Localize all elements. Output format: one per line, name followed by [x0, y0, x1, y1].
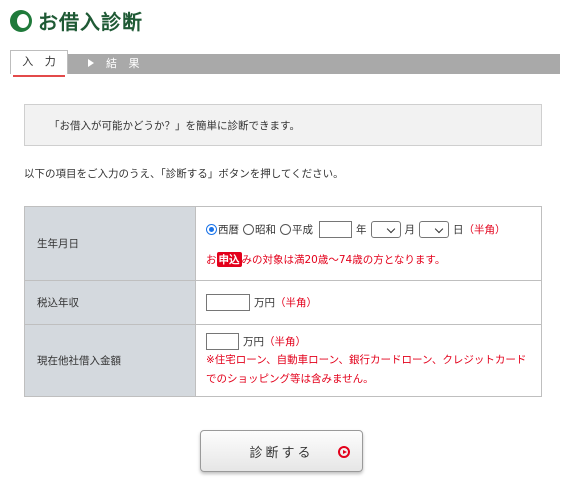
era-radio-showa[interactable] [243, 223, 254, 235]
birthdate-label: 生年月日 [24, 206, 196, 281]
diagnose-submit-button[interactable]: 診断する [200, 430, 363, 472]
era-label-showa: 昭和 [255, 223, 276, 236]
info-message-box: 「お借入が可能かどうか？」を簡単に診断できます。 [24, 104, 542, 146]
arrow-circle-icon [338, 446, 350, 458]
month-unit: 月 [404, 223, 416, 236]
year-unit: 年 [356, 223, 367, 236]
income-unit: 万円 [254, 297, 275, 309]
income-cell: 万円 （半角） [195, 280, 542, 325]
page-title: お借入診断 [38, 10, 143, 34]
age-note-text: みの対象は満20歳〜74歳の方となります。 [241, 253, 446, 266]
other-debt-hankaku-note: （半角） [264, 336, 306, 348]
birth-year-input[interactable] [319, 220, 352, 238]
other-debt-warning-line2: でのショッピング等は含みません。 [206, 373, 374, 385]
income-input[interactable] [206, 294, 250, 311]
form-row-other-debt: 現在他社借入金額 万円 （半角） ※住宅ローン、自動車ローン、銀行カードローン、… [24, 324, 542, 397]
era-label-seireki: 西暦 [218, 223, 239, 236]
step-progress-bar: 入 力 結 果 [10, 50, 560, 77]
apply-stamp-badge: 申込 [216, 251, 242, 267]
step-input-active: 入 力 [10, 50, 68, 77]
birth-hankaku-note: （半角） [463, 223, 506, 236]
era-radio-heisei[interactable] [280, 223, 291, 235]
other-debt-cell: 万円 （半角） ※住宅ローン、自動車ローン、銀行カードローン、クレジットカード … [195, 324, 542, 397]
step-result: 結 果 [106, 57, 144, 70]
form-row-income: 税込年収 万円 （半角） [24, 280, 542, 325]
age-eligibility-note: お申込 みの対象は満20歳〜74歳の方となります。 [206, 251, 531, 267]
intro-instructions: 以下の項目をご入力のうえ、「診断する」ボタンを押してください。 [24, 168, 344, 180]
income-hankaku-note: （半角） [275, 297, 317, 309]
birth-day-select[interactable] [419, 220, 449, 238]
submit-label: 診断する [249, 445, 314, 461]
day-unit: 日 [453, 223, 464, 236]
page-header: お借入診断 [10, 6, 143, 35]
step-arrow-icon [88, 59, 94, 67]
era-label-heisei: 平成 [292, 223, 313, 236]
other-debt-input[interactable] [206, 333, 239, 350]
other-debt-unit: 万円 [243, 336, 264, 348]
logo-icon [10, 9, 32, 32]
birth-month-select[interactable] [370, 220, 401, 238]
income-label: 税込年収 [24, 280, 196, 325]
form-row-birthdate: 生年月日 西暦 昭和 平成 年 月 日 （半角） お申込 みの対象は満20歳〜74… [24, 206, 542, 281]
age-note-prefix: お [206, 253, 217, 266]
other-debt-label: 現在他社借入金額 [24, 324, 196, 397]
other-debt-warning-line1: ※住宅ローン、自動車ローン、銀行カードローン、クレジットカード [206, 354, 527, 366]
birthdate-cell: 西暦 昭和 平成 年 月 日 （半角） お申込 みの対象は満20歳〜74歳の方とな… [195, 206, 542, 281]
diagnosis-form-table: 生年月日 西暦 昭和 平成 年 月 日 （半角） お申込 みの対象は満20歳〜74… [24, 206, 542, 397]
era-radio-seireki[interactable] [206, 223, 217, 235]
